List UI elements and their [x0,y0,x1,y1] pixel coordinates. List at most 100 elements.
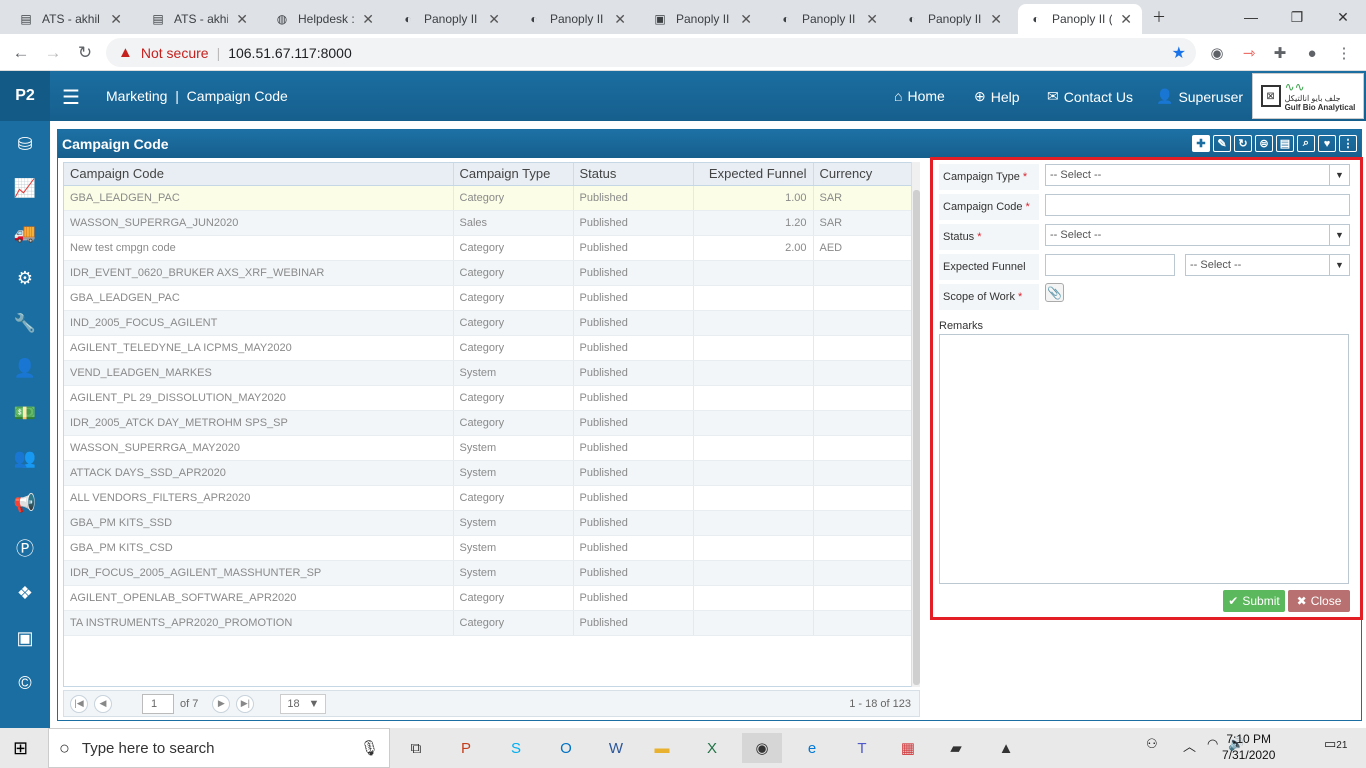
file-explorer-icon[interactable]: ▬ [642,733,682,763]
gear-icon[interactable]: ⚙ [0,263,50,293]
user-icon[interactable]: 👤 [0,353,50,383]
submit-button[interactable]: ✔ Submit [1223,590,1285,612]
help-link[interactable]: ⊕ Help [974,88,1020,105]
people-icon[interactable]: ⚇ [1146,736,1158,752]
taskbar-clock[interactable]: 7:10 PM 7/31/2020 [1222,731,1275,763]
scrollbar-thumb[interactable] [913,190,920,685]
close-tab-icon[interactable]: ✕ [866,11,878,28]
url-text[interactable]: 106.51.67.117:8000 [228,45,352,61]
forward-icon[interactable]: → [40,40,66,66]
close-tab-icon[interactable]: ✕ [110,11,122,28]
photos-icon[interactable]: ▲ [986,733,1026,763]
new-tab-button[interactable]: ＋ [1136,0,1182,34]
bookmark-star-icon[interactable]: ★ [1172,43,1186,63]
expected-funnel-input[interactable] [1045,254,1175,276]
money-icon[interactable]: 💵 [0,398,50,428]
browser-tab[interactable]: ◐ Panoply II (✕ [390,4,510,34]
attachment-icon[interactable]: 📎 [1045,283,1064,302]
extensions-puzzle-icon[interactable]: ✚ [1268,41,1292,65]
table-row[interactable]: ATTACK DAYS_SSD_APR2020 System Published [64,460,913,486]
col-header-expected-funnel[interactable]: Expected Funnel [693,163,814,186]
restore-icon[interactable]: ❐ [1274,0,1320,34]
contact-card-icon[interactable]: ▣ [0,623,50,653]
omnibox[interactable]: ▲ Not secure | 106.51.67.117:8000 ★ [106,38,1196,67]
outlook-icon[interactable]: O [546,733,586,763]
table-row[interactable]: ALL VENDORS_FILTERS_APR2020 Category Publi… [64,485,913,511]
app-icon[interactable]: ▦ [888,733,928,763]
reload-icon[interactable]: ↻ [72,40,98,66]
table-row[interactable]: AGILENT_PL 29_DISSOLUTION_MAY2020 Categor… [64,385,913,411]
wifi-icon[interactable]: ◠ [1207,736,1218,752]
close-tab-icon[interactable]: ✕ [740,11,752,28]
add-icon[interactable]: ✚ [1192,135,1210,152]
extension-arrow-icon[interactable]: ⇾ [1237,41,1261,65]
profile-icon[interactable]: ● [1300,41,1324,65]
app-logo[interactable]: P2 [0,71,50,121]
close-tab-icon[interactable]: ✕ [990,11,1002,28]
campaign-code-input[interactable] [1045,194,1350,216]
close-button[interactable]: ✖ Close [1288,590,1350,612]
table-row[interactable]: New test cmpgn code Category Published 2.00… [64,235,913,261]
col-header-currency[interactable]: Currency [813,163,913,186]
edge-icon[interactable]: e [792,733,832,763]
export-icon[interactable]: ▤ [1276,135,1294,152]
table-row[interactable]: AGILENT_TELEDYNE_LA ICPMS_MAY2020 Categor… [64,335,913,361]
browser-tab[interactable]: ▣ Panoply II (✕ [642,4,762,34]
table-row[interactable]: TA INSTRUMENTS_APR2020_PROMOTION Category… [64,610,913,636]
next-page-icon[interactable]: ▶ [212,694,231,713]
taskbar-search[interactable]: ○ Type here to search 🎙 [48,728,390,768]
windows-start-icon[interactable]: ⊞ [13,738,28,759]
task-view-icon[interactable]: ⧉ [396,733,436,763]
browser-tab[interactable]: ▤ ATS - akhil ✕ [140,4,258,34]
skype-icon[interactable]: S [496,733,536,763]
powerpoint-icon[interactable]: P [446,733,486,763]
teams-icon[interactable]: T [842,733,882,763]
col-header-campaign-code[interactable]: Campaign Code [64,163,454,186]
table-row[interactable]: IDR_2005_ATCK DAY_METROHM SPS_SP Category… [64,410,913,436]
table-row[interactable]: GBA_LEADGEN_PAC Category Published 1.00 SAR [64,185,913,211]
browser-tab[interactable]: ◐ Panoply II (✕ [516,4,636,34]
status-select[interactable]: -- Select -- ▼ [1045,224,1350,246]
megaphone-icon[interactable]: 📢 [0,488,50,518]
close-window-icon[interactable]: ✕ [1320,0,1366,34]
currency-select[interactable]: -- Select -- ▼ [1185,254,1350,276]
user-menu[interactable]: 👤 Superuser [1156,88,1243,105]
sticky-notes-icon[interactable]: ▰ [936,733,976,763]
favorite-icon[interactable]: ♥ [1318,135,1336,152]
col-header-status[interactable]: Status [573,163,694,186]
table-row[interactable]: IDR_FOCUS_2005_AGILENT_MASSHUNTER_SP Syst… [64,560,913,586]
browser-tab[interactable]: ▤ ATS - akhil ✕ [8,4,132,34]
close-tab-icon[interactable]: ✕ [236,11,248,28]
database-icon[interactable]: ⛁ [0,129,50,159]
table-row[interactable]: WASSON_SUPERRGA_JUN2020 Sales Published 1.2… [64,210,913,236]
close-tab-icon[interactable]: ✕ [1120,11,1132,28]
first-page-icon[interactable]: |◀ [70,694,88,713]
truck-icon[interactable]: 🚚 [0,218,50,248]
page-size-select[interactable]: 18 ▼ [280,693,327,714]
tray-chevron-icon[interactable]: ︿ [1183,736,1196,755]
refresh-icon[interactable]: ↻ [1234,135,1252,152]
browser-tab[interactable]: ◐ Panoply II (✕ [768,4,888,34]
back-icon[interactable]: ← [8,40,34,66]
cubes-icon[interactable]: ❖ [0,578,50,608]
contact-link[interactable]: ✉ Contact Us [1047,88,1133,105]
notifications-icon[interactable]: ▭21 [1324,736,1347,752]
close-tab-icon[interactable]: ✕ [614,11,626,28]
edit-icon[interactable]: ✎ [1213,135,1231,152]
last-page-icon[interactable]: ▶| [236,694,255,713]
browser-tab[interactable]: ◐ Panoply II (✕ [1018,4,1142,34]
table-row[interactable]: GBA_PM KITS_CSD System Published [64,535,913,561]
more-options-icon[interactable]: ⋮ [1339,135,1357,152]
col-header-campaign-type[interactable]: Campaign Type [453,163,574,186]
table-row[interactable]: GBA_PM KITS_SSD System Published [64,510,913,536]
home-link[interactable]: ⌂ Home [894,88,945,104]
prev-page-icon[interactable]: ◀ [94,694,112,713]
extension-circle-icon[interactable]: ◉ [1205,41,1229,65]
excel-icon[interactable]: X [692,733,732,763]
chart-icon[interactable]: 📈 [0,173,50,203]
browser-tab[interactable]: ◐ Panoply II (✕ [894,4,1012,34]
wrench-icon[interactable]: 🔧 [0,308,50,338]
word-icon[interactable]: W [596,733,636,763]
parking-icon[interactable]: Ⓟ [0,533,50,563]
page-number-input[interactable]: 1 [142,693,174,714]
